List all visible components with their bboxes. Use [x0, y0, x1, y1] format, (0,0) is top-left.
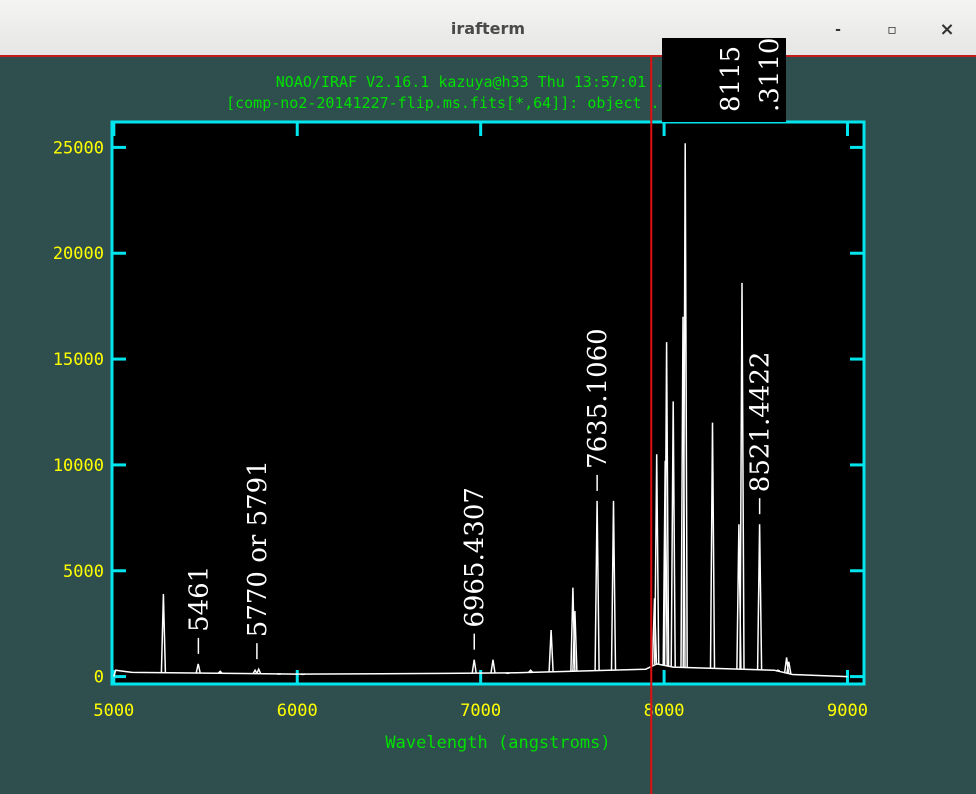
- line-id-label: 8521.4422: [746, 352, 776, 493]
- x-tick-label: 9000: [827, 701, 868, 721]
- line-id-label: 6965.4307: [460, 487, 490, 628]
- y-tick-label: 15000: [53, 350, 104, 370]
- y-tick-label: 20000: [53, 244, 104, 264]
- x-tick-label: 8000: [644, 701, 685, 721]
- y-tick-label: 5000: [63, 562, 104, 582]
- y-tick-label: 0: [94, 668, 104, 688]
- line-id-label: 5461: [184, 566, 214, 632]
- cursor-readout-decimal: .3110: [755, 37, 785, 112]
- cursor-readout-value: 8115: [716, 45, 746, 112]
- x-axis-label: Wavelength (angstroms): [385, 733, 610, 753]
- spectrum-plot[interactable]: 5000 6000 7000 8000 9000 0 5000 10000 15000 20000…: [0, 0, 976, 794]
- spectrum-peak: [505, 672, 510, 675]
- line-id-label: 7635.1060: [583, 328, 613, 469]
- x-tick-label: 5000: [93, 701, 134, 721]
- spectrum-peak: [775, 669, 781, 672]
- x-tick-label: 7000: [460, 701, 501, 721]
- line-id-label: 5770 or 5791: [243, 460, 273, 637]
- y-tick-label: 25000: [53, 138, 104, 158]
- y-tick-label: 10000: [53, 456, 104, 476]
- x-tick-label: 6000: [277, 701, 318, 721]
- cursor-readout: 8115 .3110: [662, 38, 786, 122]
- spectrum-peak: [300, 673, 305, 676]
